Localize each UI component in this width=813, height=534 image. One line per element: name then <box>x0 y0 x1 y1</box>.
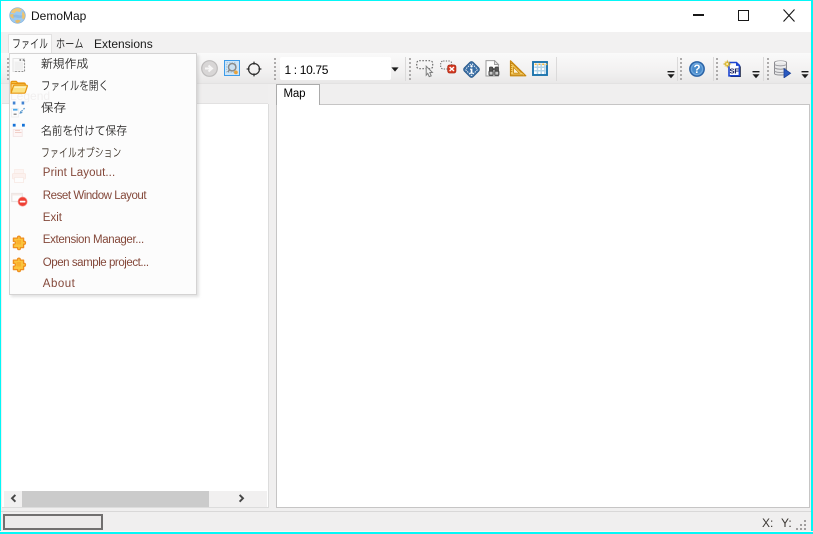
svg-text:SF: SF <box>729 66 739 75</box>
svg-text:?: ? <box>693 64 700 76</box>
